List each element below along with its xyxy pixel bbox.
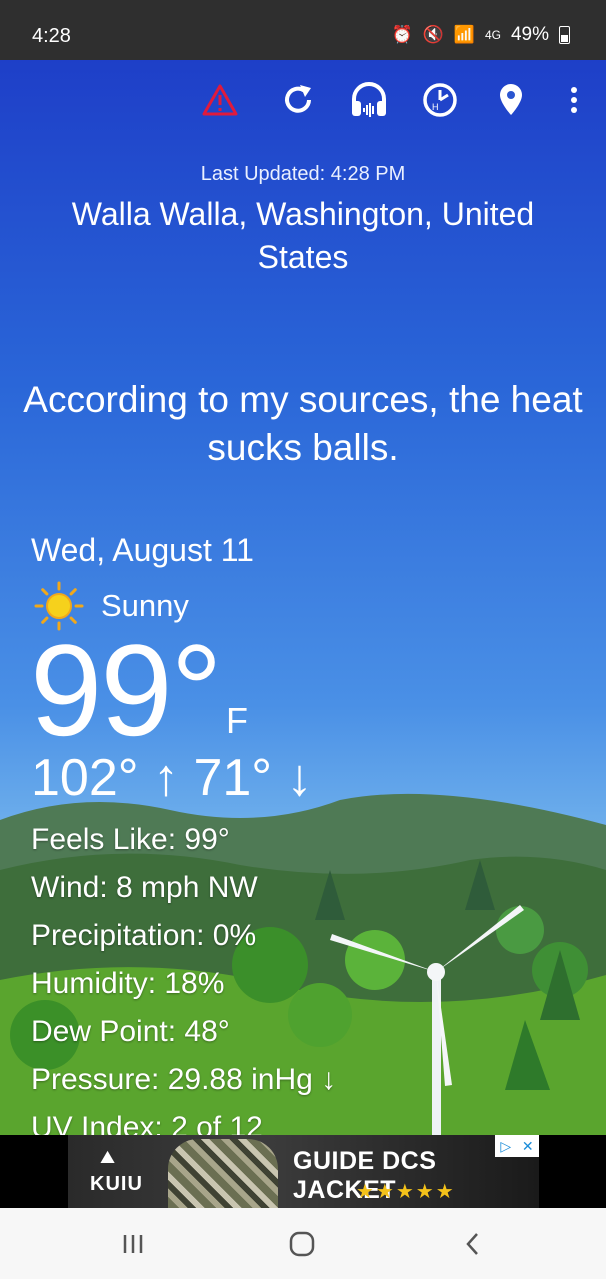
- ad-container: ⛰ KUIU GUIDE DCS JACKET ★★★★★ ▷ ✕: [0, 1135, 606, 1208]
- home-icon: [289, 1231, 315, 1257]
- location-pin-icon: [500, 84, 522, 115]
- status-icons: ⏰ 🔇 📶 4G 49%: [391, 24, 570, 46]
- refresh-icon: [285, 85, 311, 113]
- detail-feels-like: Feels Like: 99°: [31, 823, 230, 856]
- ad-banner[interactable]: ⛰ KUIU GUIDE DCS JACKET ★★★★★ ▷ ✕: [68, 1135, 539, 1208]
- home-button[interactable]: [277, 1222, 327, 1266]
- temperature-unit: F: [226, 700, 248, 741]
- forecast-date: Wed, August 11: [31, 532, 254, 568]
- ad-choices-icon: ▷: [500, 1137, 512, 1154]
- back-icon: [466, 1233, 478, 1255]
- weather-alert-button[interactable]: [198, 78, 242, 122]
- detail-humidity: Humidity: 18%: [31, 967, 225, 1000]
- audio-forecast-button[interactable]: [347, 78, 391, 122]
- overflow-menu-icon: [571, 87, 577, 113]
- system-navigation-bar: [0, 1208, 606, 1279]
- ad-brand: KUIU: [90, 1173, 143, 1195]
- current-temperature: 99°: [30, 617, 223, 763]
- battery-percent: 49%: [510, 24, 549, 45]
- recent-apps-button[interactable]: [108, 1222, 158, 1266]
- alarm-icon: ⏰: [391, 25, 413, 44]
- status-time: 4:28: [32, 25, 71, 47]
- network-label: 4G: [484, 28, 501, 42]
- detail-pressure: Pressure: 29.88 inHg ↓: [31, 1063, 337, 1096]
- high-low-temperature: 102° ↑ 71° ↓: [31, 749, 313, 807]
- ad-choices-button[interactable]: ▷ ✕: [495, 1135, 539, 1157]
- detail-precipitation: Precipitation: 0%: [31, 919, 257, 952]
- svg-text:H: H: [432, 102, 439, 112]
- headphones-icon: [352, 82, 386, 117]
- ad-rating: ★★★★★: [356, 1181, 456, 1203]
- history-icon: H: [423, 83, 457, 117]
- mute-icon: 🔇: [422, 25, 444, 44]
- weather-screen: H Last Updated: 4:28 PM Walla Walla, Was…: [0, 60, 606, 1135]
- status-bar: 4:28 ⏰ 🔇 📶 4G 49%: [0, 0, 606, 60]
- recent-apps-icon: [123, 1235, 143, 1253]
- location-button[interactable]: [489, 78, 533, 122]
- kuiu-logo-icon: ⛰: [100, 1147, 116, 1167]
- detail-wind: Wind: 8 mph NW: [31, 871, 258, 904]
- weather-quote: According to my sources, the heat sucks …: [23, 379, 583, 468]
- wifi-icon: 📶: [453, 25, 475, 44]
- last-updated: Last Updated: 4:28 PM: [200, 163, 406, 185]
- toolbar: H: [0, 78, 606, 126]
- overflow-menu-button[interactable]: [552, 78, 596, 122]
- ad-close-icon[interactable]: ✕: [522, 1138, 534, 1155]
- location-name: Walla Walla, Washington, United States: [71, 196, 535, 275]
- back-button[interactable]: [448, 1222, 498, 1266]
- battery-icon: [559, 26, 570, 44]
- refresh-button[interactable]: [276, 78, 320, 122]
- ad-jacket-image: [168, 1139, 278, 1208]
- detail-uv-index: UV Index: 2 of 12: [31, 1111, 263, 1135]
- warning-icon: [202, 84, 238, 116]
- detail-dew-point: Dew Point: 48°: [31, 1015, 230, 1048]
- hourly-history-button[interactable]: H: [418, 78, 462, 122]
- weather-details: Feels Like: 99° Wind: 8 mph NW Precipita…: [31, 816, 336, 1135]
